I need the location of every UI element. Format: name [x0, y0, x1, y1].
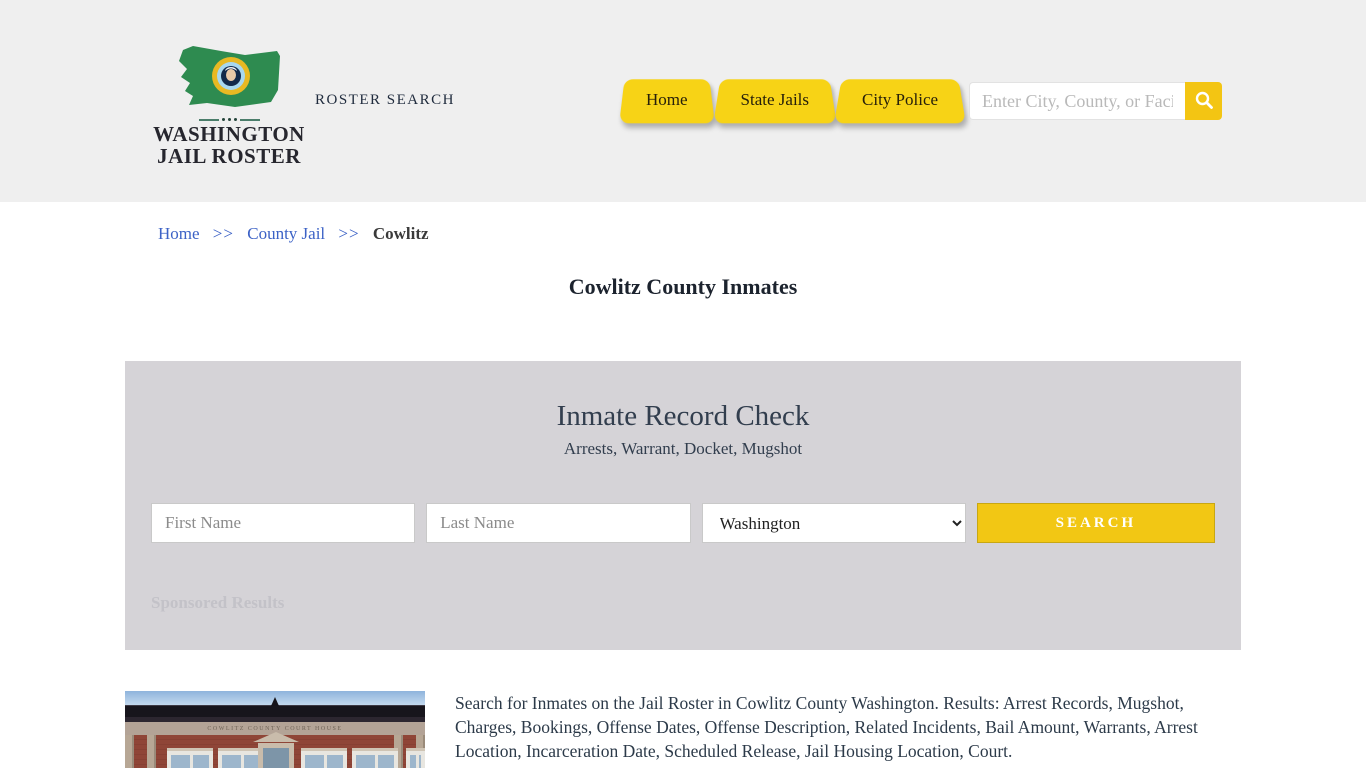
- header-search-button[interactable]: [1185, 82, 1222, 120]
- nav-item-city-police[interactable]: City Police: [838, 78, 962, 122]
- state-select[interactable]: Washington: [701, 503, 966, 543]
- inmate-record-check-panel: Inmate Record Check Arrests, Warrant, Do…: [125, 361, 1241, 650]
- site-header: WASHINGTON JAIL ROSTER ROSTER SEARCH Hom…: [0, 0, 1366, 202]
- courthouse-window: [167, 751, 213, 768]
- sponsored-results-label: Sponsored Results: [151, 593, 285, 612]
- logo-text-line1: WASHINGTON: [153, 122, 305, 146]
- breadcrumb-separator: >>: [212, 224, 234, 243]
- main-nav: Home State Jails City Police: [622, 78, 962, 122]
- nav-item-state-jails[interactable]: State Jails: [717, 78, 833, 122]
- last-name-input[interactable]: [426, 503, 691, 543]
- site-label: ROSTER SEARCH: [315, 92, 455, 108]
- breadcrumb-home-link[interactable]: Home: [158, 224, 200, 243]
- search-button[interactable]: SEARCH: [976, 503, 1215, 543]
- logo-divider: [149, 118, 309, 121]
- courthouse-window: [352, 751, 398, 768]
- logo-text-line2: JAIL ROSTER: [157, 144, 301, 169]
- courthouse-window: [301, 751, 347, 768]
- courthouse-center-window: [258, 743, 294, 768]
- record-check-subtitle: Arrests, Warrant, Docket, Mugshot: [563, 439, 803, 458]
- courthouse-image: COWLITZ COUNTY COURT HOUSE: [125, 691, 425, 768]
- search-icon: [1194, 90, 1214, 113]
- header-search: [969, 82, 1222, 120]
- header-search-input[interactable]: [969, 82, 1185, 120]
- county-info-section: COWLITZ COUNTY COURT HOUSE Search for In…: [125, 691, 1241, 768]
- breadcrumb-separator: >>: [338, 224, 360, 243]
- courthouse-window: [406, 751, 425, 768]
- nav-item-state-jails-label: State Jails: [740, 90, 810, 109]
- courthouse-wall: [125, 735, 425, 768]
- record-check-title: Inmate Record Check: [556, 400, 810, 432]
- record-check-form: Washington SEARCH: [151, 503, 1215, 543]
- courthouse-engraving: COWLITZ COUNTY COURT HOUSE: [207, 725, 343, 732]
- nav-item-city-police-label: City Police: [862, 90, 939, 109]
- breadcrumb-county-jail-link[interactable]: County Jail: [247, 224, 325, 243]
- breadcrumb: Home >> County Jail >> Cowlitz: [125, 202, 1241, 244]
- breadcrumb-current: Cowlitz: [372, 224, 429, 243]
- page-title: Cowlitz County Inmates: [568, 274, 798, 299]
- courthouse-cornice: [125, 705, 425, 717]
- site-logo[interactable]: WASHINGTON JAIL ROSTER: [149, 42, 309, 167]
- washington-state-seal-icon: [149, 42, 309, 114]
- first-name-input[interactable]: [151, 503, 416, 543]
- county-description: Search for Inmates on the Jail Roster in…: [455, 693, 1198, 762]
- nav-item-home[interactable]: Home: [622, 78, 712, 122]
- nav-item-home-label: Home: [646, 90, 688, 109]
